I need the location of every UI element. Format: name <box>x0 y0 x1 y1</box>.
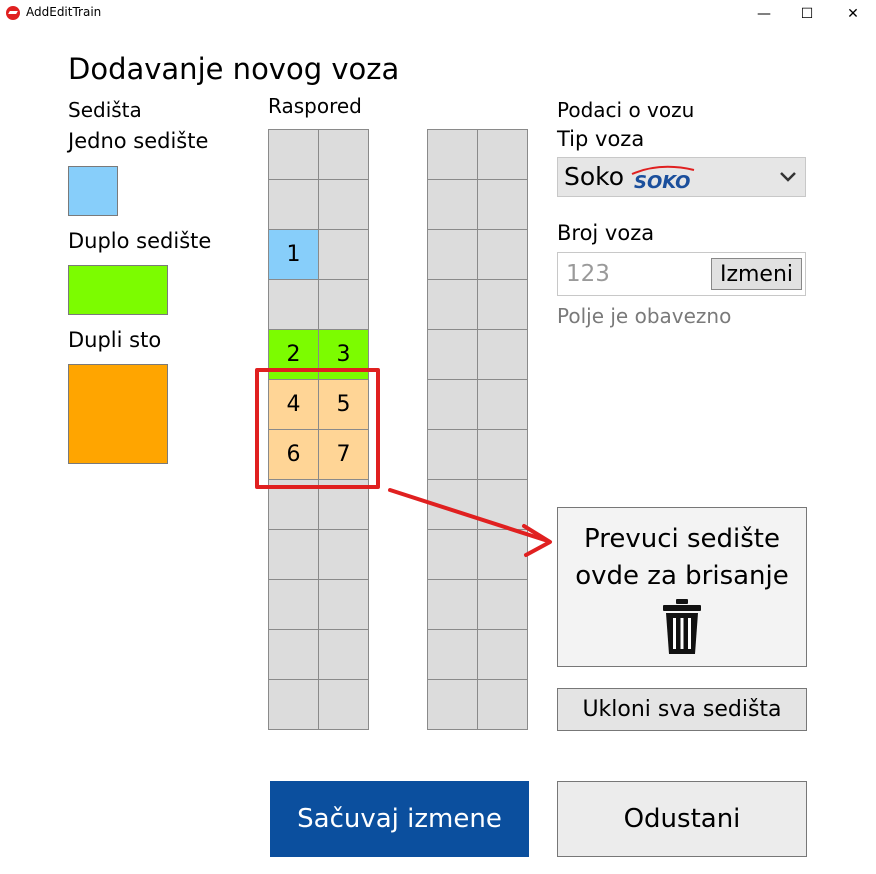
remove-all-seats-button[interactable]: Ukloni sva sedišta <box>557 688 807 731</box>
soko-logo-swoosh-icon <box>631 165 695 175</box>
edit-number-button[interactable]: Izmeni <box>711 258 802 290</box>
trash-drop-zone[interactable]: Prevuci sedište ovde za brisanje <box>557 507 807 667</box>
trash-text-line1: Prevuci sedište <box>584 524 780 554</box>
required-hint: Polje je obavezno <box>557 304 732 328</box>
train-type-value: Soko <box>564 162 625 191</box>
train-type-select[interactable]: Soko SOKO <box>557 157 806 197</box>
train-data-title: Podaci o vozu <box>557 98 695 122</box>
trash-text-line2: ovde za brisanje <box>575 561 789 591</box>
chevron-down-icon <box>780 172 796 182</box>
cancel-button[interactable]: Odustani <box>557 781 807 857</box>
train-type-label: Tip voza <box>557 127 645 151</box>
train-number-placeholder: 123 <box>566 261 610 287</box>
train-number-field[interactable]: 123 Izmeni <box>557 252 806 296</box>
trash-icon <box>663 599 701 654</box>
train-number-label: Broj voza <box>557 221 655 245</box>
save-button[interactable]: Sačuvaj izmene <box>270 781 529 857</box>
drag-arrow-annotation <box>388 488 552 557</box>
